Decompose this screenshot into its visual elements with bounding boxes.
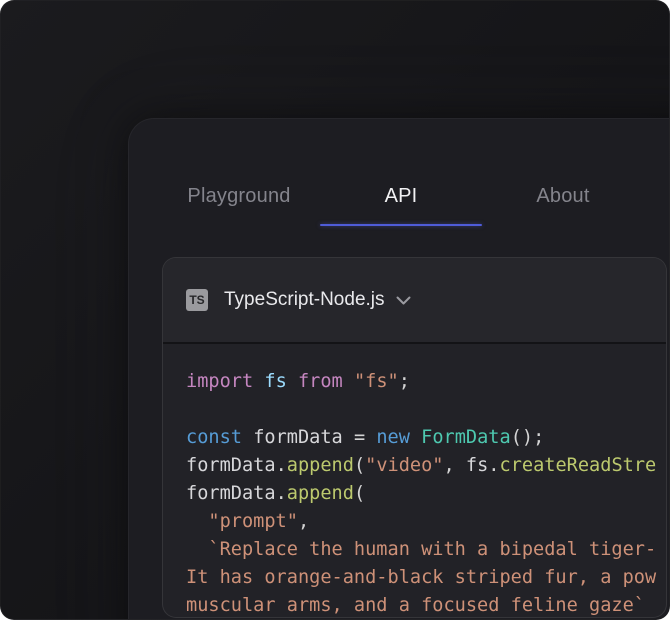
code-line: const formData = new FormData(); (186, 427, 545, 448)
code-line: muscular arms, and a focused feline gaze… (186, 595, 645, 616)
code-line: formData.append( (186, 483, 366, 504)
tab-playground[interactable]: Playground (158, 166, 320, 226)
code-line: It has orange-and-black striped fur, a p… (186, 567, 657, 588)
tab-about[interactable]: About (482, 166, 644, 226)
language-selector[interactable]: TS TypeScript-Node.js (163, 258, 666, 344)
screenshot-root: Playground API About TS TypeScript-Node.js… (0, 0, 670, 620)
code-line: "prompt", (208, 511, 310, 532)
code-line: `Replace the human with a bipedal tiger- (186, 539, 657, 560)
app-window: Playground API About TS TypeScript-Node.js… (0, 0, 670, 620)
code-panel: TS TypeScript-Node.js import fs from "fs… (162, 257, 667, 618)
tab-api[interactable]: API (320, 166, 482, 226)
chevron-down-icon[interactable] (396, 296, 411, 305)
code-panel-title: TypeScript-Node.js (224, 289, 385, 310)
api-docs-card: Playground API About TS TypeScript-Node.js… (128, 118, 669, 619)
code-editor: import fs from "fs"; const formData = ne… (163, 344, 666, 617)
code-line: import fs from "fs"; (186, 371, 410, 392)
code-line: formData.append("video", fs.createReadSt… (186, 455, 657, 476)
tab-bar: Playground API About (158, 166, 644, 226)
typescript-badge-icon: TS (186, 289, 208, 311)
